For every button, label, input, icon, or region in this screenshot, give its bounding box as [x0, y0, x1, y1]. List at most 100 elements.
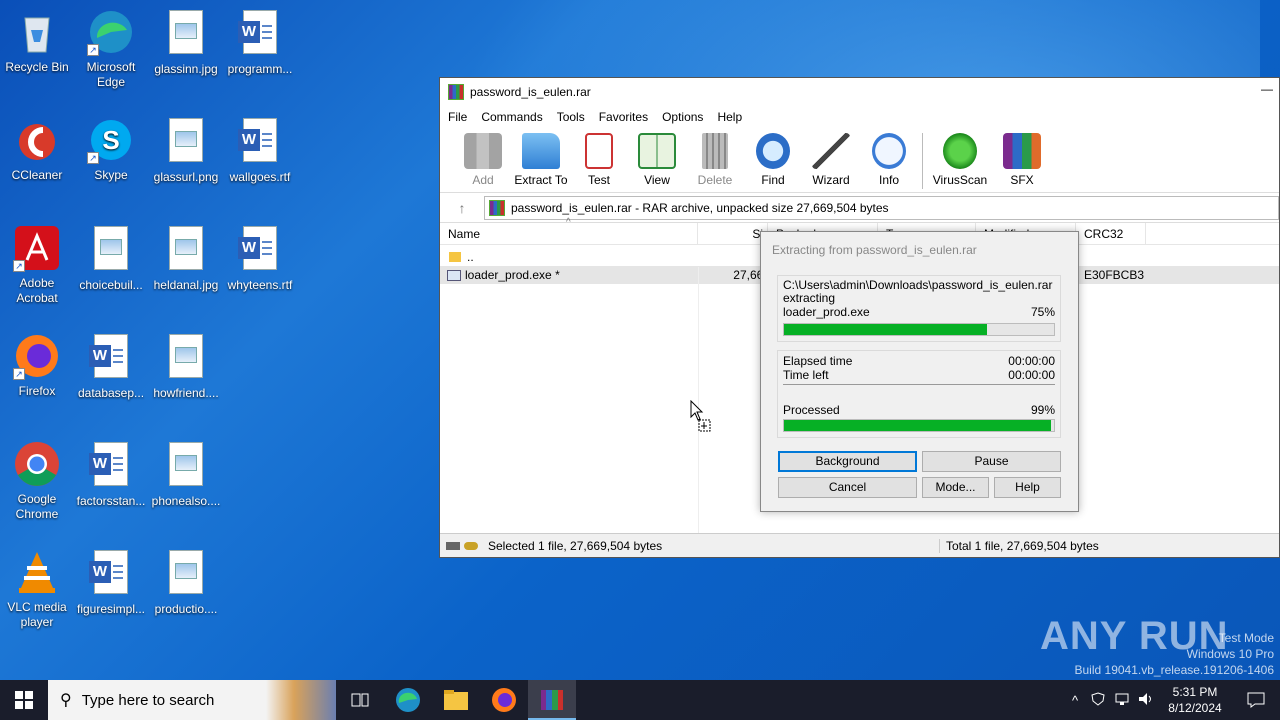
desktop-icon-file[interactable]: W wallgoes.rtf: [223, 116, 297, 185]
extraction-dialog[interactable]: Extracting from password_is_eulen.rar C:…: [760, 231, 1079, 512]
key-icon: [464, 541, 478, 550]
image-file-icon: [162, 118, 210, 166]
add-archive-icon: [464, 133, 502, 169]
desktop-icon-firefox[interactable]: ↗ Firefox: [0, 332, 74, 399]
menu-tools[interactable]: Tools: [557, 110, 585, 124]
notification-center-button[interactable]: [1232, 680, 1280, 720]
desktop-icon-label: CCleaner: [11, 168, 63, 182]
mode-button[interactable]: Mode...: [922, 477, 989, 498]
watermark-line: Test Mode: [1218, 631, 1274, 645]
window-titlebar[interactable]: password_is_eulen.rar —: [440, 78, 1279, 105]
toolbar-add-button[interactable]: Add: [454, 129, 512, 192]
task-view-button[interactable]: [336, 680, 384, 720]
menu-file[interactable]: File: [448, 110, 467, 124]
folder-icon: [449, 252, 461, 262]
toolbar-delete-button[interactable]: Delete: [686, 129, 744, 192]
sort-up-icon: ^: [566, 217, 571, 228]
word-file-icon: W: [87, 442, 135, 490]
clock-date: 8/12/2024: [1168, 701, 1222, 715]
cancel-button[interactable]: Cancel: [778, 477, 917, 498]
image-file-icon: [162, 334, 210, 382]
taskbar-winrar[interactable]: [528, 680, 576, 720]
menu-options[interactable]: Options: [662, 110, 703, 124]
desktop-icon-label: Google Chrome: [15, 492, 59, 521]
taskbar-firefox[interactable]: [480, 680, 528, 720]
desktop-icon-file[interactable]: W whyteens.rtf: [223, 224, 297, 293]
help-button[interactable]: Help: [994, 477, 1061, 498]
start-button[interactable]: [0, 680, 48, 720]
winrar-icon: [541, 690, 563, 710]
menu-help[interactable]: Help: [717, 110, 742, 124]
current-file-name: loader_prod.exe: [783, 305, 870, 319]
winrar-app-icon: [448, 83, 464, 100]
menu-commands[interactable]: Commands: [481, 110, 542, 124]
taskbar-search-box[interactable]: ⚲ Type here to search: [48, 680, 336, 720]
toolbar-label: VirusScan: [932, 173, 988, 187]
desktop-icon-ccleaner[interactable]: CCleaner: [0, 116, 74, 183]
menu-favorites[interactable]: Favorites: [599, 110, 648, 124]
desktop-icon-file[interactable]: W figuresimpl...: [74, 548, 148, 617]
clock[interactable]: 5:31 PM 8/12/2024: [1158, 684, 1232, 716]
address-field[interactable]: password_is_eulen.rar - RAR archive, unp…: [484, 195, 1279, 220]
menu-bar: File Commands Tools Favorites Options He…: [440, 105, 1279, 129]
desktop-icon-file[interactable]: productio....: [149, 548, 223, 617]
task-view-icon: [351, 693, 369, 707]
desktop-icon-file[interactable]: glassinn.jpg: [149, 8, 223, 77]
file-progress-bar: [783, 323, 1055, 336]
up-folder-button[interactable]: ↑: [440, 200, 484, 216]
timeleft-label: Time left: [783, 368, 829, 382]
desktop-icon-edge[interactable]: ↗ Microsoft Edge: [74, 8, 148, 90]
desktop-icon-file[interactable]: W programm...: [223, 8, 297, 77]
desktop-icon-file[interactable]: W factorsstan...: [74, 440, 148, 509]
toolbar-extract-to-button[interactable]: Extract To: [512, 129, 570, 192]
toolbar-sfx-button[interactable]: SFX: [993, 129, 1051, 192]
desktop-icon-label: glassinn.jpg: [154, 62, 218, 76]
word-file-icon: W: [87, 550, 135, 598]
edge-icon: [396, 688, 420, 712]
desktop-icon-acrobat[interactable]: ↗ Adobe Acrobat: [0, 224, 74, 306]
dialog-title: Extracting from password_is_eulen.rar: [761, 232, 1078, 268]
volume-icon[interactable]: [1134, 692, 1158, 709]
tray-overflow-chevron[interactable]: ^: [1064, 693, 1086, 708]
defender-icon[interactable]: [1086, 691, 1110, 709]
elapsed-label: Elapsed time: [783, 354, 853, 368]
desktop-icon-file[interactable]: W databasep...: [74, 332, 148, 401]
image-file-icon: [162, 10, 210, 58]
desktop-icon-recycle-bin[interactable]: Recycle Bin: [0, 8, 74, 75]
desktop-icon-file[interactable]: phonealso....: [149, 440, 223, 509]
toolbar-wizard-button[interactable]: Wizard: [802, 129, 860, 192]
column-size[interactable]: Si: [698, 222, 768, 245]
desktop-icon-file[interactable]: glassurl.png: [149, 116, 223, 185]
desktop-icon-vlc[interactable]: VLC media player: [0, 548, 74, 630]
desktop-icon-file[interactable]: choicebuil...: [74, 224, 148, 293]
desktop-icon-file[interactable]: heldanal.jpg: [149, 224, 223, 293]
taskbar-file-explorer[interactable]: [432, 680, 480, 720]
toolbar-test-button[interactable]: Test: [570, 129, 628, 192]
virusscan-icon: [943, 133, 977, 169]
skype-icon: S ↗: [87, 116, 135, 164]
processed-progress-bar: [783, 419, 1055, 432]
desktop-icon-chrome[interactable]: Google Chrome: [0, 440, 74, 522]
network-icon[interactable]: [1110, 692, 1134, 709]
acrobat-icon: ↗: [13, 224, 61, 272]
toolbar-view-button[interactable]: View: [628, 129, 686, 192]
archive-icon: [489, 199, 505, 216]
taskbar-edge[interactable]: [384, 680, 432, 720]
background-button[interactable]: Background: [778, 451, 917, 472]
image-file-icon: [162, 442, 210, 490]
column-crc32[interactable]: CRC32: [1076, 222, 1146, 245]
desktop-icon-file[interactable]: howfriend....: [149, 332, 223, 401]
minimize-button[interactable]: —: [1261, 82, 1273, 96]
toolbar-info-button[interactable]: Info: [860, 129, 918, 192]
wizard-icon: [812, 133, 850, 169]
current-file-row: loader_prod.exe 75%: [783, 305, 1055, 319]
desktop-icon-label: figuresimpl...: [76, 602, 146, 616]
pause-button[interactable]: Pause: [922, 451, 1061, 472]
desktop-icon-skype[interactable]: S ↗ Skype: [74, 116, 148, 183]
toolbar-find-button[interactable]: Find: [744, 129, 802, 192]
action-text: extracting: [783, 291, 836, 305]
desktop-icon-label: databasep...: [77, 386, 145, 400]
toolbar-virusscan-button[interactable]: VirusScan: [927, 129, 993, 192]
desktop-icon-label: choicebuil...: [79, 278, 143, 292]
image-file-icon: [162, 550, 210, 598]
